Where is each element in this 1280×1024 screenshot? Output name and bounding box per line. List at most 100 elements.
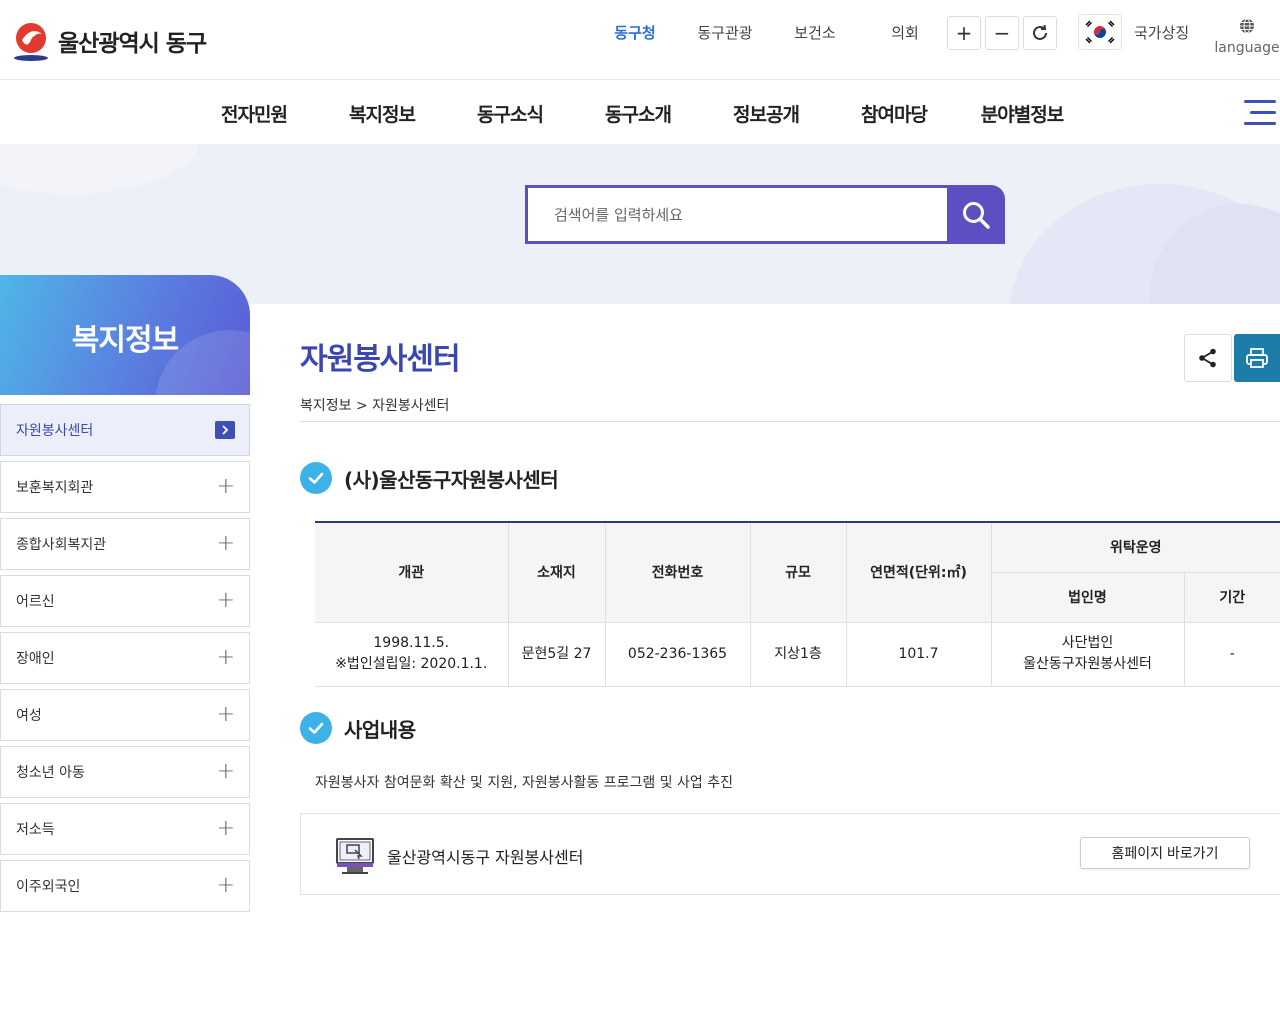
- homepage-link-box: 울산광역시동구 자원봉사센터 홈페이지 바로가기: [300, 813, 1280, 895]
- check-circle-icon: [300, 462, 332, 494]
- sidebar-item-low-income[interactable]: 저소득 +: [0, 803, 250, 855]
- plus-icon: +: [216, 531, 235, 556]
- zoom-out-button[interactable]: −: [985, 16, 1019, 50]
- sidebar-item-label: 청소년 아동: [16, 765, 85, 781]
- main-nav-welfare[interactable]: 복지정보: [318, 100, 446, 127]
- plus-icon: +: [216, 588, 235, 613]
- main-nav-e-civil[interactable]: 전자민원: [190, 100, 318, 127]
- sidebar-item-label: 어르신: [16, 594, 55, 610]
- plus-icon: +: [216, 759, 235, 784]
- site-name: 울산광역시 동구: [58, 31, 207, 57]
- site-logo[interactable]: 울산광역시 동구: [12, 20, 207, 62]
- national-symbol-button[interactable]: [1078, 14, 1122, 50]
- menu-icon[interactable]: [1244, 100, 1276, 126]
- table-cell-address: 문현5길 27: [507, 621, 606, 687]
- facility-info-table: 개관 소재지 전화번호 규모 연면적(단위:㎡) 위탁운영 법인명 기간 199…: [315, 521, 1280, 687]
- table-header: 전화번호: [604, 522, 751, 623]
- sidebar-title: 복지정보: [71, 323, 179, 358]
- share-button[interactable]: [1184, 334, 1232, 382]
- plus-icon: +: [955, 21, 973, 45]
- sidebar-item-social-welfare-center[interactable]: 종합사회복지관 +: [0, 518, 250, 570]
- refresh-icon: [1033, 24, 1047, 40]
- zoom-reset-button[interactable]: [1023, 16, 1057, 50]
- main-nav-participation[interactable]: 참여마당: [830, 100, 958, 127]
- sidebar-item-label: 장애인: [16, 651, 55, 667]
- table-cell-area: 101.7: [845, 621, 992, 687]
- table-row: 1998.11.5. ※법인설립일: 2020.1.1. 문현5길 27 052…: [315, 621, 1280, 687]
- sidebar-item-label: 자원봉사센터: [16, 423, 94, 439]
- check-circle-icon: [300, 712, 332, 744]
- plus-icon: +: [216, 702, 235, 727]
- main-nav-info-disclosure[interactable]: 정보공개: [702, 100, 830, 127]
- share-icon: [1199, 348, 1216, 368]
- sidebar-item-seniors[interactable]: 어르신 +: [0, 575, 250, 627]
- table-header: 개관: [315, 522, 509, 623]
- print-button[interactable]: [1234, 334, 1280, 382]
- language-button[interactable]: language: [1214, 18, 1280, 56]
- language-label: language: [1214, 40, 1280, 56]
- search-icon: [963, 201, 990, 229]
- chevron-right-icon: [215, 421, 235, 439]
- sidebar-item-disabled[interactable]: 장애인 +: [0, 632, 250, 684]
- sidebar-item-label: 보훈복지회관: [16, 480, 94, 496]
- table-header: 소재지: [507, 522, 606, 623]
- main-nav-about[interactable]: 동구소개: [574, 100, 702, 127]
- printer-icon: [1246, 348, 1268, 368]
- sidebar-item-label: 이주외국인: [16, 879, 81, 895]
- sidebar-item-youth-children[interactable]: 청소년 아동 +: [0, 746, 250, 798]
- main-nav-by-field[interactable]: 분야별정보: [958, 100, 1086, 127]
- table-cell-opening: 1998.11.5. ※법인설립일: 2020.1.1.: [315, 621, 509, 687]
- main-nav-news[interactable]: 동구소식: [446, 100, 574, 127]
- top-nav-council[interactable]: 의회: [860, 22, 950, 43]
- table-cell-phone: 052-236-1365: [604, 621, 751, 687]
- table-cell-corp-name: 사단법인 울산동구자원봉사센터: [990, 621, 1185, 687]
- minus-icon: −: [993, 21, 1011, 45]
- top-nav-health-center[interactable]: 보건소: [770, 22, 860, 43]
- top-header: 울산광역시 동구 동구청 동구관광 보건소 의회 + − 국가상징 langua…: [0, 0, 1280, 80]
- table-header: 위탁운영: [990, 522, 1280, 573]
- national-symbol-label[interactable]: 국가상징: [1134, 22, 1189, 43]
- zoom-controls: + −: [947, 16, 1057, 50]
- divider: [300, 421, 1280, 422]
- table-cell-scale: 지상1층: [749, 621, 847, 687]
- sidebar-item-immigrants[interactable]: 이주외국인 +: [0, 860, 250, 912]
- table-header: 규모: [749, 522, 847, 623]
- breadcrumb: 복지정보 > 자원봉사센터: [300, 398, 450, 414]
- top-nav: 동구청 동구관광 보건소 의회: [590, 22, 950, 43]
- top-nav-tourism[interactable]: 동구관광: [680, 22, 770, 43]
- sidebar-item-volunteer-center[interactable]: 자원봉사센터: [0, 404, 250, 456]
- table-header: 연면적(단위:㎡): [845, 522, 992, 623]
- section-title: 사업내용: [344, 717, 416, 742]
- table-header: 법인명: [991, 572, 1185, 623]
- page-title: 자원봉사센터: [300, 342, 461, 377]
- main-nav: 전자민원 복지정보 동구소식 동구소개 정보공개 참여마당 분야별정보: [0, 80, 1280, 144]
- section-heading-business: 사업내용: [300, 712, 416, 744]
- sidebar-item-women[interactable]: 여성 +: [0, 689, 250, 741]
- globe-icon: [1240, 18, 1254, 34]
- search-button[interactable]: [947, 185, 1005, 244]
- sidebar-item-veterans-hall[interactable]: 보훈복지회관 +: [0, 461, 250, 513]
- homepage-shortcut-button[interactable]: 홈페이지 바로가기: [1080, 837, 1250, 869]
- city-emblem-icon: [14, 23, 48, 61]
- section-heading-center-info: (사)울산동구자원봉사센터: [300, 462, 559, 494]
- zoom-in-button[interactable]: +: [947, 16, 981, 50]
- sidebar-item-label: 종합사회복지관: [16, 537, 107, 553]
- plus-icon: +: [216, 474, 235, 499]
- search-input[interactable]: [525, 185, 947, 244]
- plus-icon: +: [216, 873, 235, 898]
- table-cell-period: -: [1183, 621, 1280, 687]
- plus-icon: +: [216, 645, 235, 670]
- sidebar-header: 복지정보: [0, 275, 250, 395]
- top-nav-donggu-office[interactable]: 동구청: [590, 22, 680, 43]
- link-title: 울산광역시동구 자원봉사센터: [387, 848, 584, 867]
- computer-monitor-icon: [336, 838, 374, 874]
- sidebar-item-label: 여성: [16, 708, 42, 724]
- korean-flag-icon: [1083, 19, 1117, 45]
- plus-icon: +: [216, 816, 235, 841]
- sidebar-menu: 자원봉사센터 보훈복지회관 + 종합사회복지관 + 어르신 + 장애인 + 여성…: [0, 404, 250, 917]
- business-description: 자원봉사자 참여문화 확산 및 지원, 자원봉사활동 프로그램 및 사업 추진: [315, 775, 734, 791]
- search-form: [525, 185, 1005, 244]
- table-header: 기간: [1183, 572, 1280, 623]
- section-title: (사)울산동구자원봉사센터: [344, 467, 559, 492]
- sidebar-item-label: 저소득: [16, 822, 55, 838]
